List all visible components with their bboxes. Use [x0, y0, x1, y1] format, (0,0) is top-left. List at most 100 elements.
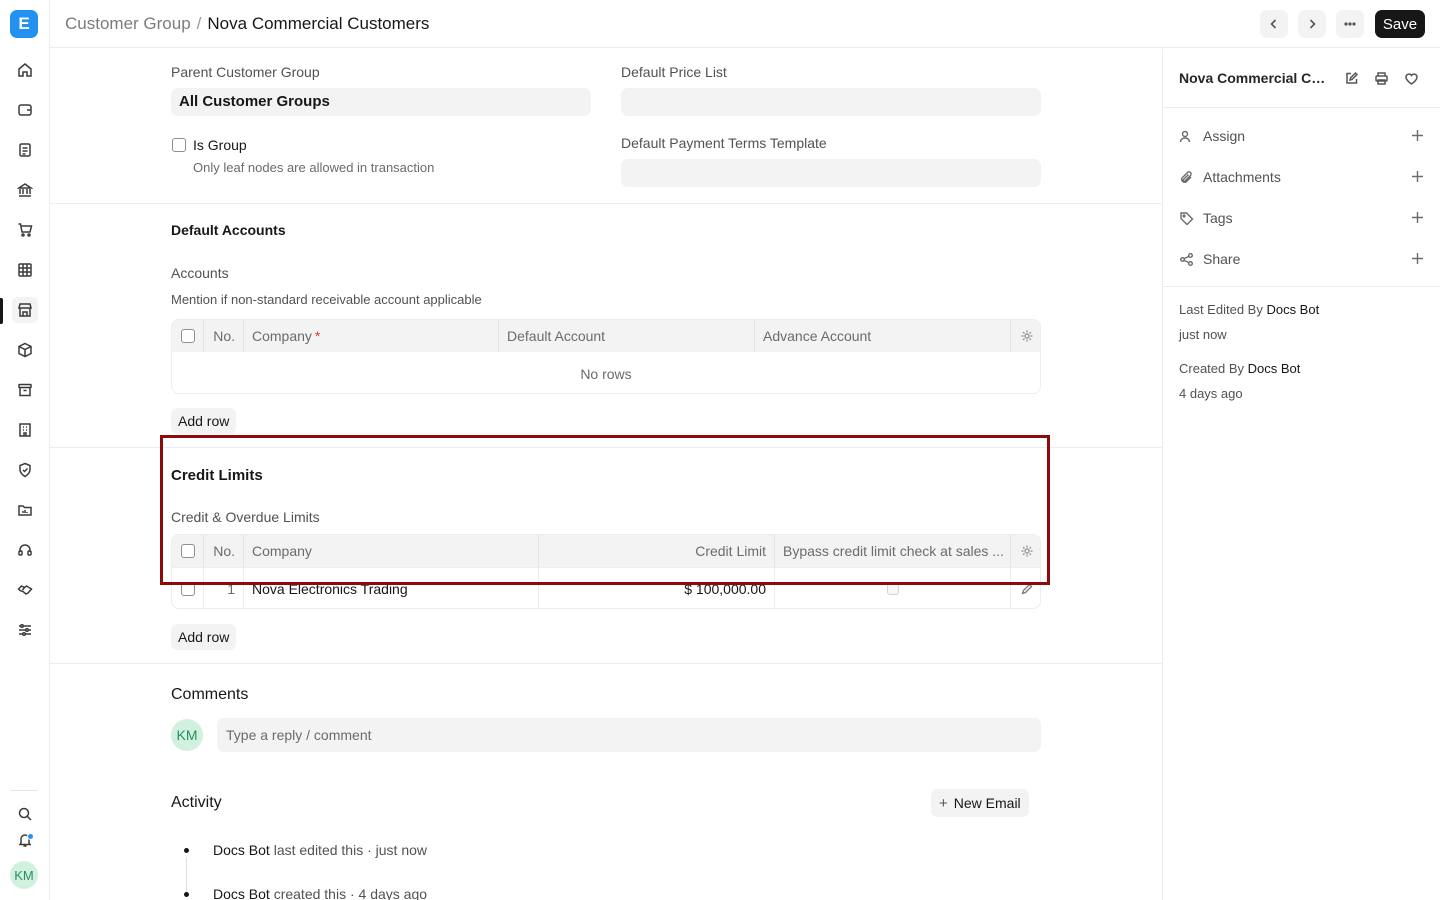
default-accounts-heading: Default Accounts	[171, 222, 286, 238]
created-when: 4 days ago	[1179, 386, 1243, 401]
select-all-checkbox[interactable]	[180, 329, 195, 343]
store-icon[interactable]	[12, 297, 38, 323]
select-all-cell	[172, 320, 204, 352]
column-header-no: No.	[204, 320, 244, 352]
parent-group-field[interactable]: All Customer Groups	[171, 88, 591, 116]
top-bar: Customer Group / Nova Commercial Custome…	[50, 0, 1440, 48]
select-all-cell	[172, 535, 204, 567]
table-row[interactable]: 1 Nova Electronics Trading $ 100,000.00	[172, 567, 1040, 608]
credit-limits-add-row-button[interactable]: Add row	[171, 624, 237, 650]
created-info: Created By Docs Bot	[1179, 361, 1300, 376]
column-header-credit-limit: Credit Limit	[539, 535, 775, 567]
select-all-checkbox[interactable]	[180, 544, 195, 558]
plus-icon[interactable]	[1410, 128, 1425, 146]
activity-author[interactable]: Docs Bot	[213, 842, 270, 858]
row-select-checkbox[interactable]	[180, 582, 195, 596]
breadcrumb-separator: /	[196, 14, 202, 33]
form-main: Parent Customer Group All Customer Group…	[50, 49, 1162, 900]
breadcrumb-parent-link[interactable]: Customer Group	[65, 14, 191, 34]
previous-record-button[interactable]	[1260, 10, 1288, 38]
cart-icon[interactable]	[12, 217, 38, 243]
column-header-advance-account: Advance Account	[755, 320, 1011, 352]
bell-icon[interactable]	[12, 827, 38, 853]
archive-icon[interactable]	[12, 377, 38, 403]
sidebar-attachments[interactable]: Attachments	[1179, 167, 1425, 187]
folder-chart-icon[interactable]	[12, 497, 38, 523]
sliders-icon[interactable]	[12, 617, 38, 643]
activity-item: Docs Bot last edited this · just now	[213, 842, 427, 858]
credit-limits-heading: Credit Limits	[171, 467, 263, 484]
package-icon[interactable]	[12, 337, 38, 363]
row-bypass-checkbox[interactable]	[886, 583, 899, 595]
activity-description: last edited this · just now	[269, 842, 427, 858]
plus-icon: +	[939, 794, 948, 812]
building-icon[interactable]	[12, 417, 38, 443]
section-divider	[50, 663, 1162, 664]
home-icon[interactable]	[12, 57, 38, 83]
new-email-button[interactable]: + New Email	[931, 789, 1029, 817]
accounts-table-header: No. Company * Default Account Advance Acc…	[172, 320, 1040, 352]
column-header-bypass-credit-check: Bypass credit limit check at sales ...	[775, 535, 1011, 567]
row-bypass-cell	[775, 568, 1011, 608]
edit-icon[interactable]	[1342, 69, 1360, 87]
document-sidebar-title: Nova Commercial Customers	[1179, 70, 1329, 86]
wallet-icon[interactable]	[12, 97, 38, 123]
last-edited-by[interactable]: Docs Bot	[1266, 302, 1319, 317]
column-header-company-label: Company	[252, 328, 312, 344]
plus-icon[interactable]	[1410, 251, 1425, 269]
tag-icon	[1180, 211, 1194, 225]
notification-dot	[27, 833, 34, 840]
created-by[interactable]: Docs Bot	[1248, 361, 1301, 376]
plus-icon[interactable]	[1410, 169, 1425, 187]
last-edited-prefix: Last Edited By	[1179, 302, 1267, 317]
sidebar-share[interactable]: Share	[1179, 249, 1425, 269]
bank-icon[interactable]	[12, 177, 38, 203]
row-credit-limit[interactable]: $ 100,000.00	[539, 568, 775, 608]
more-actions-button[interactable]	[1336, 10, 1364, 38]
print-icon[interactable]	[1372, 69, 1390, 87]
table-icon[interactable]	[12, 257, 38, 283]
app-logo[interactable]: E	[10, 10, 38, 38]
user-avatar[interactable]: KM	[10, 861, 38, 889]
default-price-list-label: Default Price List	[621, 64, 727, 80]
column-settings-button[interactable]	[1011, 320, 1040, 352]
column-header-company: Company	[244, 535, 539, 567]
row-edit-button[interactable]	[1011, 568, 1040, 608]
column-header-company: Company *	[244, 320, 499, 352]
is-group-label: Is Group	[193, 137, 247, 153]
save-button[interactable]: Save	[1375, 10, 1425, 38]
headset-icon[interactable]	[12, 537, 38, 563]
app-sidebar: E KM	[0, 0, 50, 900]
section-divider	[50, 447, 1162, 448]
row-company[interactable]: Nova Electronics Trading	[244, 568, 539, 608]
page-title: Nova Commercial Customers	[207, 14, 430, 33]
empty-rows-text: No rows	[580, 366, 632, 382]
sidebar-assign[interactable]: Assign	[1179, 126, 1425, 146]
payment-terms-field[interactable]	[621, 159, 1041, 187]
column-header-no: No.	[204, 535, 244, 567]
next-record-button[interactable]	[1298, 10, 1326, 38]
parent-group-label: Parent Customer Group	[171, 64, 320, 80]
accounts-table-hint: Mention if non-standard receivable accou…	[171, 292, 482, 307]
sidebar-active-indicator	[0, 298, 3, 324]
shield-icon[interactable]	[12, 457, 38, 483]
comment-input[interactable]: Type a reply / comment	[217, 718, 1041, 752]
sidebar-tags-label: Tags	[1203, 210, 1233, 226]
invoice-icon[interactable]	[12, 137, 38, 163]
plus-icon[interactable]	[1410, 210, 1425, 228]
heart-icon[interactable]	[1402, 69, 1420, 87]
is-group-checkbox[interactable]	[172, 138, 186, 152]
activity-bullet	[184, 892, 189, 897]
column-header-default-account: Default Account	[499, 320, 755, 352]
activity-author[interactable]: Docs Bot	[213, 886, 270, 900]
sidebar-tags[interactable]: Tags	[1179, 208, 1425, 228]
sidebar-divider	[1163, 107, 1440, 108]
handshake-icon[interactable]	[12, 577, 38, 603]
default-price-list-field[interactable]	[621, 88, 1041, 116]
credit-limits-table: No. Company Credit Limit Bypass credit l…	[171, 534, 1041, 609]
column-settings-button[interactable]	[1011, 535, 1040, 567]
search-icon[interactable]	[12, 801, 38, 827]
accounts-add-row-button[interactable]: Add row	[171, 408, 237, 434]
payment-terms-label: Default Payment Terms Template	[621, 135, 827, 151]
chevron-right-icon	[1309, 19, 1316, 29]
